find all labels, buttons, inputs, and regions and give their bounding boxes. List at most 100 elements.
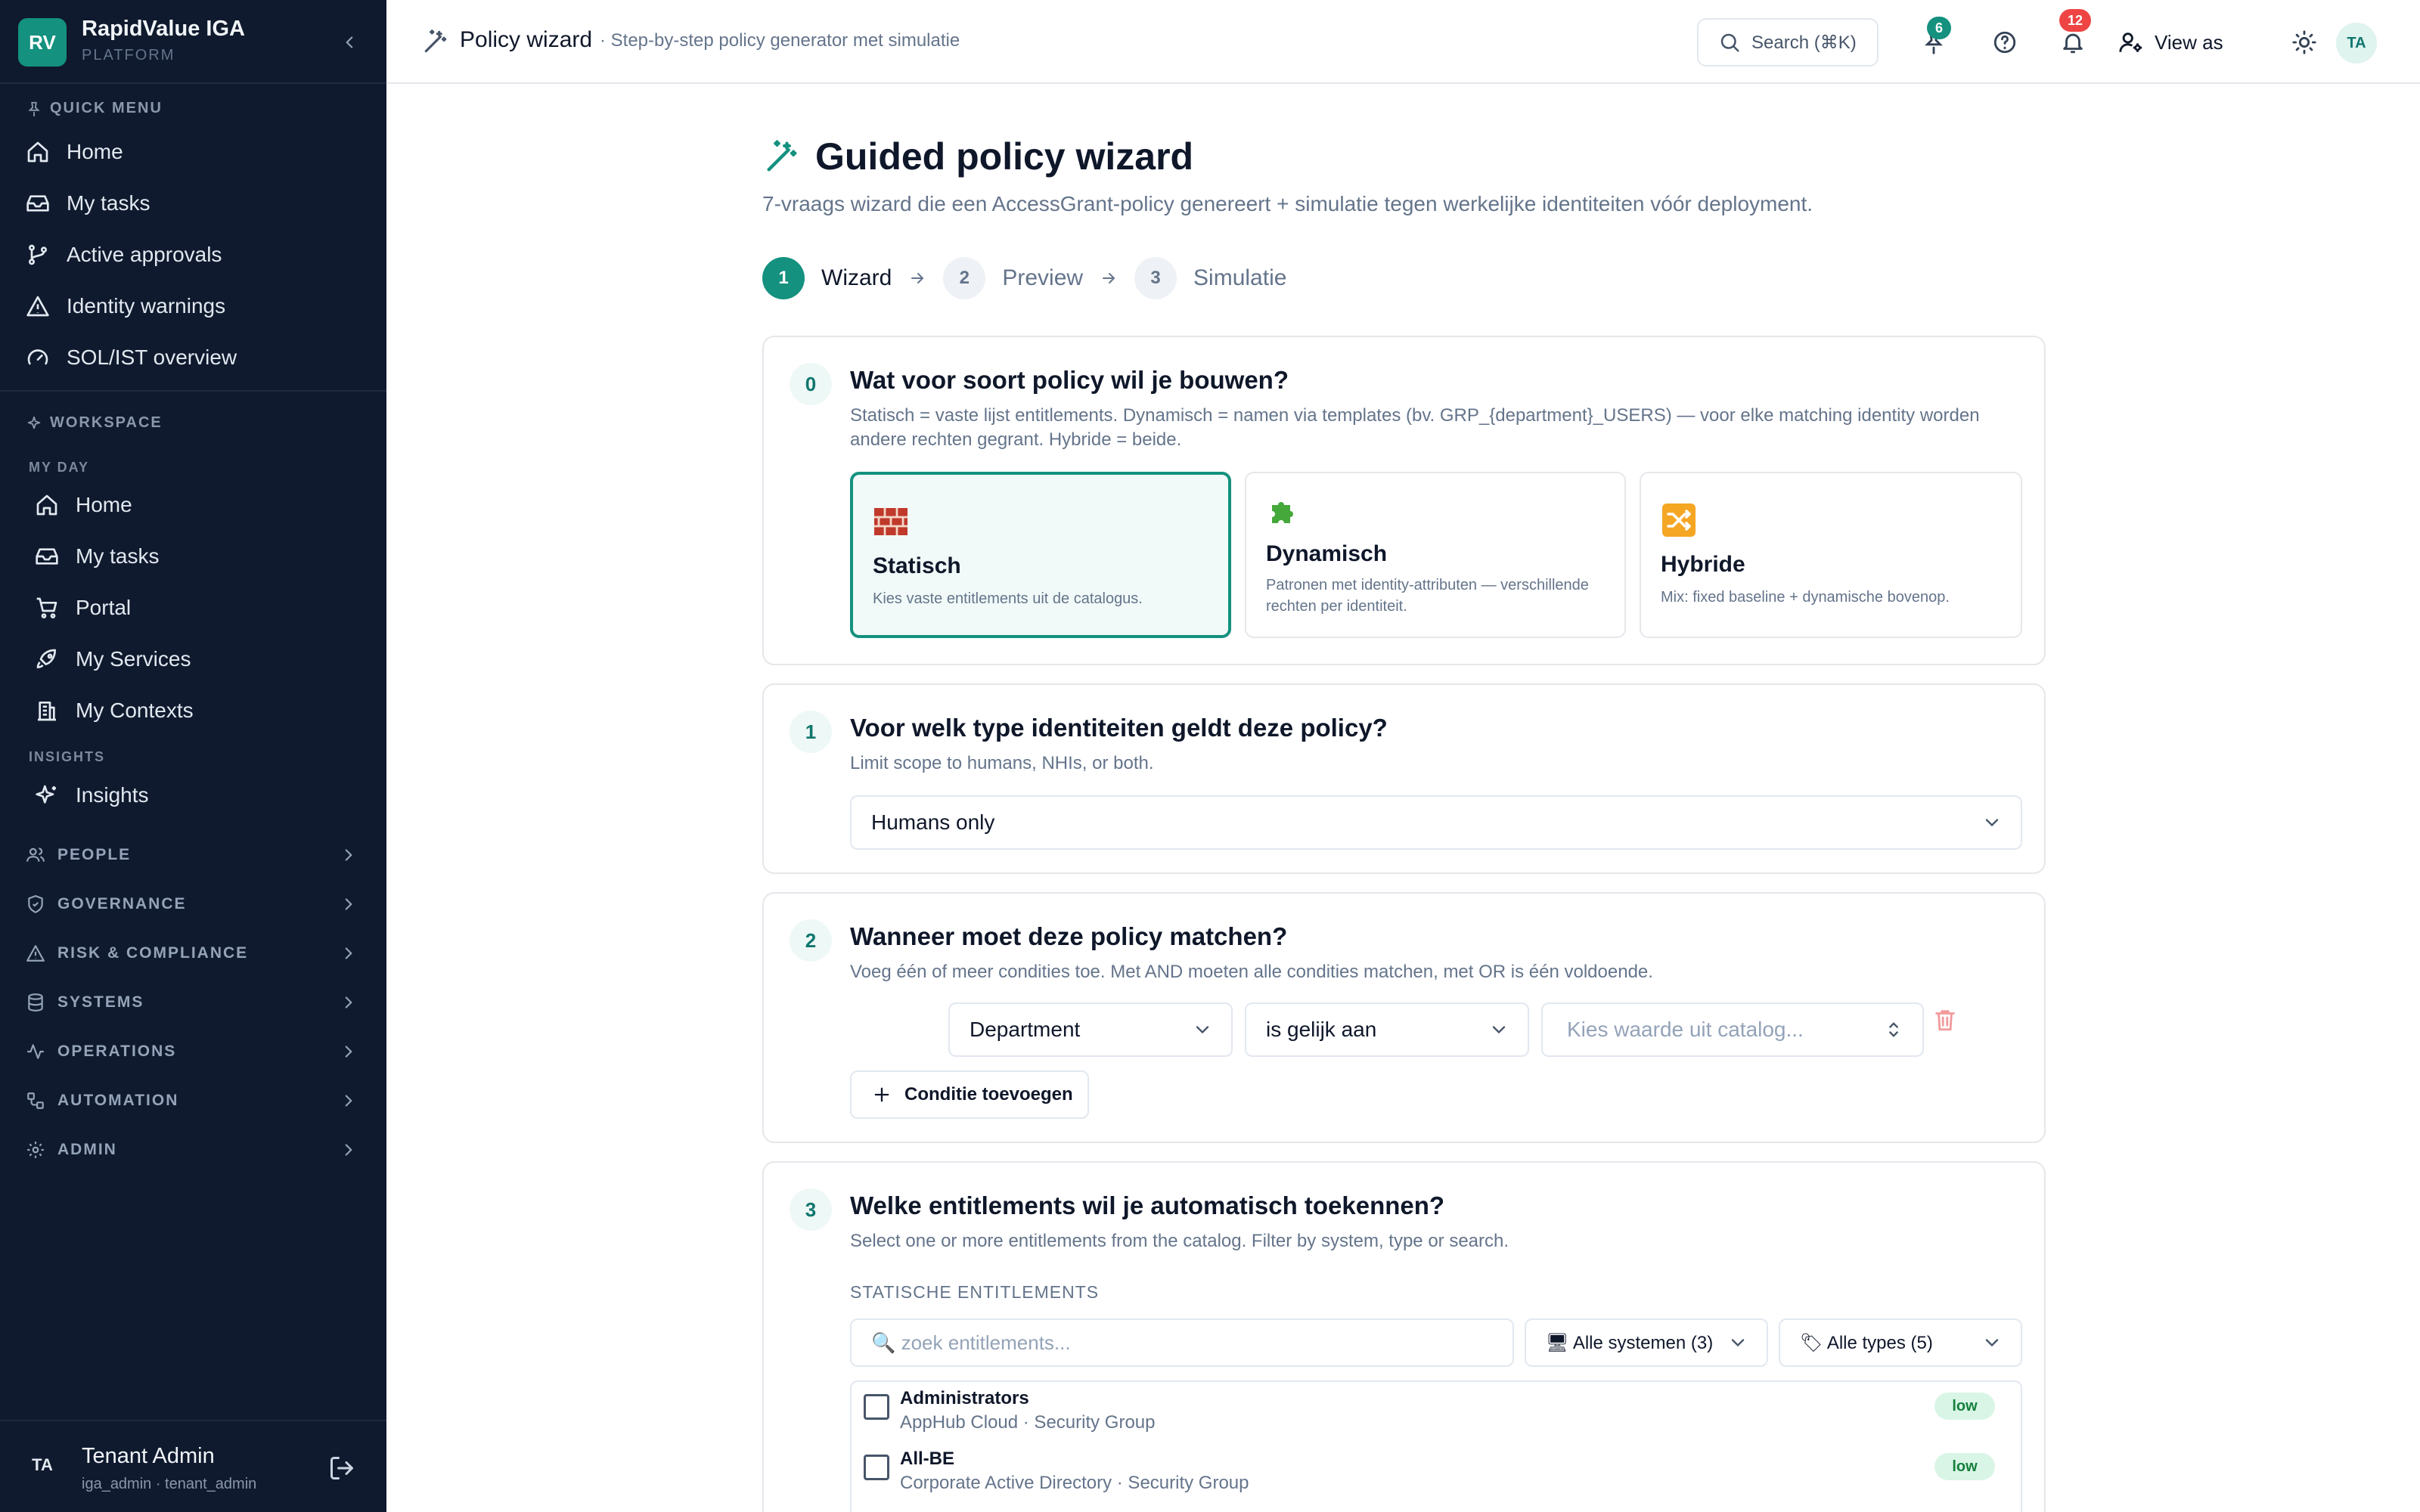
entitlement-list: Administrators AppHub Cloud · Security G… xyxy=(850,1380,2022,1512)
wizard-stepper: 1 Wizard 2 Preview 3 Simulatie xyxy=(762,257,1286,299)
shuffle-icon xyxy=(1662,503,1696,537)
user-name: Tenant Admin xyxy=(82,1444,215,1468)
identity-type-select[interactable]: Humans only xyxy=(850,795,2022,850)
gauge-icon xyxy=(27,349,48,365)
chevron-right-icon xyxy=(345,898,352,910)
option-description: Mix: fixed baseline + dynamische bovenop… xyxy=(1661,589,1950,606)
condition-value-combobox[interactable]: Kies waarde uit catalog... xyxy=(1541,1002,1924,1057)
chevron-down-icon xyxy=(1731,1339,1745,1347)
chevron-right-icon xyxy=(345,996,352,1009)
question-identity-type: 1 Voor welk type identiteiten geldt deze… xyxy=(762,683,2046,874)
page-header-subtitle: · Step-by-step policy generator met simu… xyxy=(600,30,960,51)
chevron-left-icon xyxy=(346,36,353,48)
entitlement-checkbox[interactable] xyxy=(864,1394,889,1420)
group-label-insights: INSIGHTS xyxy=(29,749,106,764)
workflow-icon xyxy=(27,1092,44,1109)
puzzle-icon xyxy=(1272,502,1293,523)
entitlement-checkbox[interactable] xyxy=(864,1455,889,1480)
quick-menu-item-home[interactable]: Home xyxy=(0,129,386,175)
shield-icon xyxy=(28,895,43,913)
brand-subtitle: PLATFORM xyxy=(82,47,175,64)
list-item[interactable] xyxy=(852,1504,2021,1512)
users-icon xyxy=(26,847,45,862)
question-title: Wanneer moet deze policy matchen? xyxy=(850,922,1288,950)
step-2-label[interactable]: Preview xyxy=(1002,265,1083,291)
sidebar-item-insights[interactable]: Insights xyxy=(0,772,386,819)
magic-wand-icon xyxy=(424,29,447,53)
types-filter-select[interactable]: 🏷 Alle types (5) xyxy=(1779,1318,2022,1367)
question-description: Select one or more entitlements from the… xyxy=(850,1231,1509,1251)
brand: RV RapidValue IGA PLATFORM xyxy=(0,0,386,84)
condition-operator-select[interactable]: is gelijk aan xyxy=(1245,1002,1529,1057)
category-automation[interactable]: AUTOMATION xyxy=(0,1080,386,1122)
question-title: Voor welk type identiteiten geldt deze p… xyxy=(850,714,1388,742)
option-title: Hybride xyxy=(1661,552,1745,577)
entitlement-name: All-BE xyxy=(900,1448,954,1469)
systems-filter-select[interactable]: 🖥 Alle systemen (3) xyxy=(1525,1318,1768,1367)
brick-icon xyxy=(874,508,908,535)
quick-menu-item-active-approvals[interactable]: Active approvals xyxy=(0,231,386,278)
question-entitlements: 3 Welke entitlements wil je automatisch … xyxy=(762,1161,2046,1512)
user-switch-icon xyxy=(2119,33,2142,52)
magic-wand-icon xyxy=(767,140,797,172)
risk-badge: low xyxy=(1934,1453,1995,1480)
category-governance[interactable]: GOVERNANCE xyxy=(0,883,386,925)
quick-menu-item-my-tasks[interactable]: My tasks xyxy=(0,180,386,227)
policy-kind-option-hybride[interactable]: Hybride Mix: fixed baseline + dynamische… xyxy=(1640,472,2022,638)
home-icon xyxy=(36,494,57,516)
step-2-number[interactable]: 2 xyxy=(943,257,986,299)
sidebar-item-home[interactable]: Home xyxy=(0,482,386,528)
theme-toggle-button[interactable] xyxy=(2285,23,2324,62)
pin-icon xyxy=(28,101,40,116)
question-number: 3 xyxy=(790,1188,832,1231)
category-systems[interactable]: SYSTEMS xyxy=(0,981,386,1024)
step-1-label[interactable]: Wizard xyxy=(821,265,892,291)
help-button[interactable] xyxy=(1985,23,2024,62)
question-description: Voeg één of meer condities toe. Met AND … xyxy=(850,962,1653,982)
category-admin[interactable]: ADMIN xyxy=(0,1129,386,1171)
sidebar-item-portal[interactable]: Portal xyxy=(0,584,386,631)
quick-menu-label: QUICK MENU xyxy=(26,100,163,117)
chevron-down-icon xyxy=(1985,1339,1999,1347)
question-number: 2 xyxy=(790,919,832,962)
policy-kind-option-dynamisch[interactable]: Dynamisch Patronen met identity-attribut… xyxy=(1245,472,1626,638)
entitlement-search-input[interactable]: 🔍 zoek entitlements... xyxy=(850,1318,1514,1367)
sidebar-item-my-services[interactable]: My Services xyxy=(0,636,386,683)
condition-attribute-select[interactable]: Department xyxy=(948,1002,1233,1057)
logout-icon[interactable] xyxy=(328,1455,355,1482)
category-risk-compliance[interactable]: RISK & COMPLIANCE xyxy=(0,932,386,974)
question-title: Wat voor soort policy wil je bouwen? xyxy=(850,366,1289,394)
step-1-number[interactable]: 1 xyxy=(762,257,805,299)
chevrons-up-down-icon xyxy=(1889,1022,1898,1037)
sidebar-item-my-contexts[interactable]: My Contexts xyxy=(0,687,386,734)
step-3-label[interactable]: Simulatie xyxy=(1193,265,1286,291)
category-people[interactable]: PEOPLE xyxy=(0,834,386,876)
section-label-static-entitlements: STATISCHE ENTITLEMENTS xyxy=(850,1282,1100,1302)
step-3-number[interactable]: 3 xyxy=(1134,257,1177,299)
list-item[interactable]: Administrators AppHub Cloud · Security G… xyxy=(852,1383,2021,1442)
search-icon xyxy=(1720,33,1739,52)
quick-menu-item-sol-ist-overview[interactable]: SOL/IST overview xyxy=(0,334,386,381)
option-description: Patronen met identity-attributen — versc… xyxy=(1266,577,1589,615)
option-description: Kies vaste entitlements uit de catalogus… xyxy=(873,590,1143,607)
policy-kind-option-statisch[interactable]: Statisch Kies vaste entitlements uit de … xyxy=(850,472,1231,638)
risk-badge: low xyxy=(1934,1393,1995,1420)
view-as-button[interactable]: View as xyxy=(2118,23,2223,62)
list-item[interactable]: All-BE Corporate Active Directory · Secu… xyxy=(852,1444,2021,1503)
quick-menu-item-identity-warnings[interactable]: Identity warnings xyxy=(0,283,386,330)
sidebar: RV RapidValue IGA PLATFORM QUICK MENU Ho… xyxy=(0,0,386,1512)
trash-icon[interactable] xyxy=(1932,1007,1958,1033)
avatar[interactable]: TA xyxy=(2336,23,2377,64)
user-profile[interactable]: TA Tenant Admin iga_admin · tenant_admin xyxy=(0,1420,386,1512)
plus-icon xyxy=(874,1087,889,1102)
global-search-button[interactable]: Search (⌘K) xyxy=(1697,18,1879,67)
collapse-sidebar-button[interactable] xyxy=(336,29,363,56)
add-condition-button[interactable]: Conditie toevoegen xyxy=(850,1070,1089,1119)
sidebar-item-my-tasks[interactable]: My tasks xyxy=(0,533,386,580)
pins-badge: 6 xyxy=(1927,17,1951,39)
chevron-down-icon xyxy=(1985,819,1999,827)
option-title: Dynamisch xyxy=(1266,541,1388,566)
git-branch-icon xyxy=(29,244,47,265)
page-header-title: Policy wizard xyxy=(460,27,593,52)
category-operations[interactable]: OPERATIONS xyxy=(0,1030,386,1073)
